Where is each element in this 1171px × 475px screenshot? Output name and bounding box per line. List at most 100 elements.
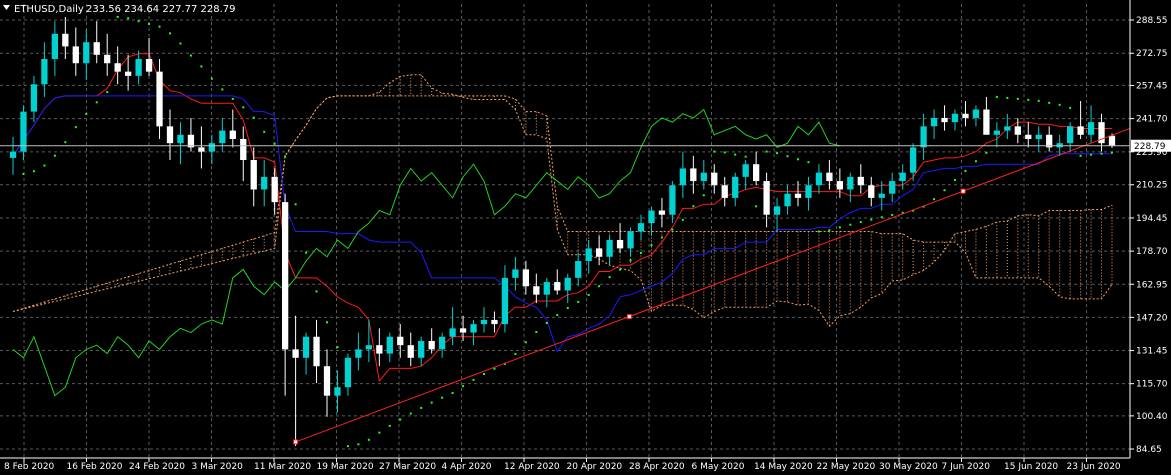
sar-dot [1027,98,1030,101]
candle-body [962,113,969,118]
sar-dot [169,32,171,35]
sar-dot [723,151,726,154]
sar-dot [85,112,88,115]
candle-body [30,84,38,112]
candle-body [114,63,121,72]
sar-dot [608,276,611,279]
candle-body [606,239,613,257]
sar-dot [1100,152,1103,155]
time-tick-label: 20 Apr 2020 [567,462,623,472]
candle-body [355,349,362,358]
candle-body [438,336,446,350]
candle-body [616,239,624,249]
sar-dot [95,101,98,104]
sar-dot [817,230,820,233]
candle-body [229,130,236,139]
candle-body [972,109,980,118]
candle-body [1035,134,1042,139]
time-tick-label: 30 May 2020 [879,462,938,472]
sar-dot [954,179,956,182]
time-tick-label: 23 Jun 2020 [1067,462,1121,472]
sar-dot [681,218,684,221]
sar-dot [640,251,642,254]
price-tick-label: 272.75 [1136,49,1168,59]
price-tick-label: 115.70 [1136,380,1168,390]
sar-dot [880,216,883,219]
sar-dot [598,285,601,288]
sar-dot [995,95,998,98]
candle-body [376,345,383,354]
sar-dot [32,170,35,173]
candle-body [344,357,352,388]
candle-body [386,336,393,354]
candle-body [752,164,760,182]
candle-body [951,113,959,123]
price-tick-label: 210.25 [1136,181,1168,191]
candle-body [208,143,216,152]
sar-dot [535,331,538,334]
candle-body [156,71,163,127]
candle-body [323,366,331,396]
sar-dot [577,300,580,303]
candle-body [930,117,938,127]
candle-body [773,206,781,215]
candle-body [815,172,823,186]
candle-body [292,349,299,358]
candle-body [501,277,509,325]
candle-body [449,328,456,337]
sar-dot [294,203,297,206]
symbol-label: ETHUSD,Daily [14,4,84,15]
sar-dot [524,341,527,344]
candle-body [878,193,885,198]
sar-dot [692,205,695,208]
sar-dot [326,321,328,324]
candle-body [166,126,174,144]
sar-dot [828,229,831,232]
candle-body [512,269,519,278]
sar-dot [137,20,140,23]
sar-dot [221,88,224,91]
candle-body [679,168,687,186]
candle-body [459,328,467,333]
time-tick-label: 12 Apr 2020 [504,462,560,472]
sar-dot [755,205,758,208]
candle-body [690,168,697,182]
candle-body [219,130,226,144]
candle-body [198,147,205,152]
candle-body [794,193,802,198]
sar-dot [619,268,622,271]
sar-dot [660,236,663,239]
candle-body [1087,122,1095,135]
sar-dot [53,154,56,157]
sar-dot [734,153,737,156]
sar-dot [566,307,569,310]
candle-body [836,181,844,190]
time-tick-label: 15 Jun 2020 [1004,462,1058,472]
sar-dot [849,223,852,226]
candle-body [281,202,289,350]
candle-body [93,42,100,55]
chart-background [0,0,1171,475]
candle-body [250,160,257,190]
candle-body [365,345,373,350]
candle-body [732,176,739,198]
candle-body [899,172,906,182]
sar-dot [776,152,779,155]
candle-body [554,282,561,291]
sar-dot [430,401,433,404]
sar-dot [116,15,119,18]
trendline-anchor-start [293,439,299,445]
sar-dot [744,155,747,158]
sar-dot [200,65,203,68]
sar-dot [1058,103,1061,106]
candle-body [993,130,1001,135]
sar-dot [650,244,653,247]
sar-dot [985,151,988,154]
candle-body [470,324,477,333]
trendline-anchor-mid [626,314,632,320]
sar-dot [64,141,67,144]
sar-dot [1069,106,1072,109]
sar-dot [1090,153,1093,156]
candle-body [522,269,530,287]
candle-body [491,319,498,325]
